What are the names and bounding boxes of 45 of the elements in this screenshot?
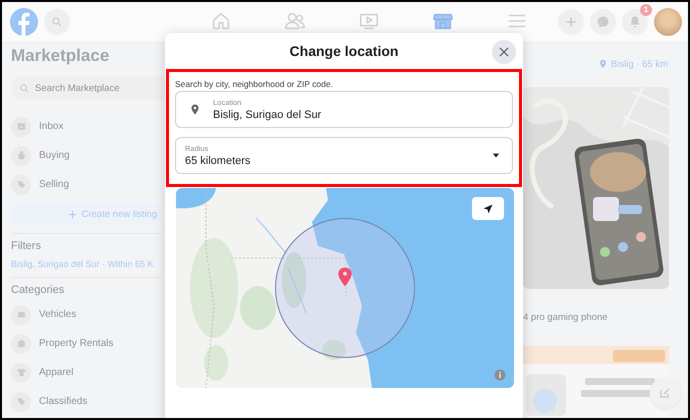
close-icon (497, 45, 511, 59)
close-button[interactable] (492, 40, 516, 64)
rentals-icon (11, 334, 31, 354)
search-icon (51, 16, 63, 28)
create-button[interactable] (558, 9, 584, 35)
category-item[interactable]: Vehicles (11, 300, 167, 329)
location-link[interactable]: Bislig · 65 km (598, 57, 671, 71)
create-listing-button[interactable]: Create new listing (11, 203, 161, 225)
arrow-icon (482, 202, 494, 214)
selling-icon (11, 174, 31, 194)
apparel-icon (11, 362, 31, 382)
category-item[interactable]: Apparel (11, 358, 167, 387)
selling-icon (11, 392, 31, 412)
listing-title[interactable]: 4 pro gaming phone (523, 312, 671, 323)
chat-bubble-icon (595, 14, 611, 30)
section-heading: Categories (11, 284, 66, 298)
vehicles-icon (11, 304, 31, 324)
locate-button[interactable] (472, 197, 504, 220)
buying-icon (11, 146, 31, 166)
inbox-icon (11, 116, 31, 136)
category-item[interactable]: Classifieds (11, 387, 167, 416)
location-pin-icon (598, 58, 608, 70)
sidebar-item[interactable]: Buying (11, 141, 167, 170)
search-field[interactable]: Search Marketplace (11, 76, 167, 100)
search-button[interactable] (44, 9, 70, 35)
category-item[interactable]: Property Rentals (11, 329, 167, 358)
location-pin-icon (337, 267, 353, 287)
location-pin-icon (189, 102, 201, 117)
facebook-logo[interactable] (10, 8, 38, 36)
compose-button[interactable] (650, 378, 680, 408)
location-filter-link[interactable]: Bislig, Surigao del Sur · Within 65 K (11, 259, 167, 269)
section-heading: Filters (11, 240, 42, 254)
info-icon[interactable] (494, 369, 506, 381)
search-icon (19, 82, 30, 94)
caret-icon (492, 153, 500, 158)
dialog-title: Change location (290, 43, 398, 59)
sidebar-item[interactable]: Selling (11, 170, 167, 199)
messenger-button[interactable] (590, 9, 616, 35)
page-title: Marketplace (11, 46, 110, 67)
avatar[interactable] (654, 8, 682, 36)
sidebar-item[interactable]: Inbox (11, 112, 167, 141)
plus-icon (68, 210, 78, 218)
pencil-icon (658, 386, 672, 400)
notification-badge: 1 (640, 4, 652, 16)
hint-text: Search by city, neighborhood or ZIP code. (175, 79, 334, 91)
